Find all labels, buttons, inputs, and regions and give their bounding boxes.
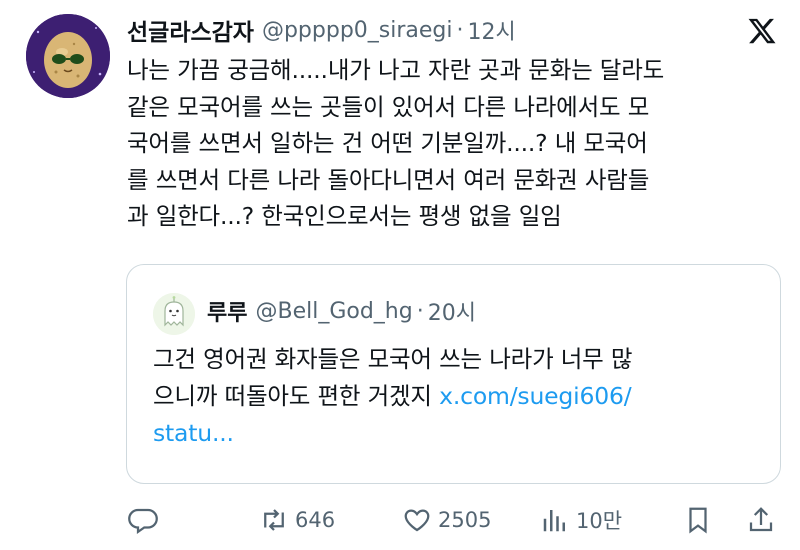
retweet-button[interactable]: 646 [259, 500, 335, 540]
tweet-line: 같은 모국어를 쓰는 곳들이 있어서 다른 나라에서도 모 [127, 92, 650, 121]
retweet-count: 646 [295, 508, 336, 532]
bookmark-button[interactable] [683, 500, 713, 540]
share-button[interactable] [746, 500, 776, 540]
quote-line: 그건 영어권 화자들은 모국어 쓰는 나라가 너무 많 [153, 345, 633, 373]
author-handle[interactable]: @ppppp0_siraegi [262, 18, 453, 43]
like-count: 2505 [438, 508, 492, 532]
separator-dot: · [416, 298, 424, 324]
ghost-avatar-image [153, 293, 195, 335]
tweet-header: 선글라스감자 @ppppp0_siraegi · 12시 [127, 12, 730, 48]
author-display-name[interactable]: 선글라스감자 [127, 13, 254, 47]
quote-author-handle: @Bell_God_hg [255, 298, 413, 324]
tweet-line: 국어를 쓰면서 일하는 건 어떤 기분일까....? 내 모국어 [127, 129, 648, 157]
quote-author-avatar [153, 293, 195, 335]
potato-avatar-image [26, 14, 110, 98]
tweet-timestamp[interactable]: 12시 [468, 14, 516, 46]
reply-icon [128, 508, 158, 535]
quote-author-name: 루루 [207, 301, 248, 326]
views-count: 10만 [576, 509, 623, 533]
x-logo-icon [746, 16, 778, 46]
tweet-line: 를 쓰면서 다른 나라 돌아다니면서 여러 문화권 사람들 [127, 165, 650, 194]
quote-link[interactable]: x.com/suegi606/ [439, 382, 632, 410]
tweet-action-bar: 646 2505 10만 [126, 500, 786, 540]
bookmark-icon [689, 507, 707, 534]
tweet-line: 과 일한다...? 한국인으로서는 평생 없을 일임 [127, 202, 562, 230]
views-button[interactable]: 10만 [540, 500, 622, 540]
views-chart-icon [543, 510, 565, 532]
share-icon [749, 507, 773, 532]
retweet-icon [264, 509, 284, 531]
quote-link-continued[interactable]: statu... [153, 419, 234, 447]
quote-body: 그건 영어권 화자들은 모국어 쓰는 나라가 너무 많 으니까 떠돌아도 편한 … [153, 341, 763, 452]
tweet-line: 나는 가끔 궁금해.....내가 나고 자란 곳과 문화는 달라도 [127, 56, 665, 84]
like-button[interactable]: 2505 [402, 500, 491, 540]
quote-tweet-card[interactable]: 루루 @Bell_God_hg · 20시 그건 영어권 화자들은 모국어 쓰는… [126, 264, 781, 484]
quote-line-text: 으니까 떠돌아도 편한 거겠지 [153, 382, 440, 410]
tweet-body: 나는 가끔 궁금해.....내가 나고 자란 곳과 문화는 달라도 같은 모국어… [127, 52, 787, 235]
quote-header: 루루 @Bell_God_hg · 20시 [207, 295, 476, 327]
separator-dot: · [456, 17, 464, 43]
quote-line: statu... [153, 415, 763, 452]
quote-timestamp: 20시 [427, 301, 476, 326]
heart-icon [404, 509, 430, 532]
quote-line: 으니까 떠돌아도 편한 거겠지 x.com/suegi606/ [153, 378, 763, 415]
reply-button[interactable] [128, 500, 158, 540]
author-avatar[interactable] [26, 14, 110, 98]
